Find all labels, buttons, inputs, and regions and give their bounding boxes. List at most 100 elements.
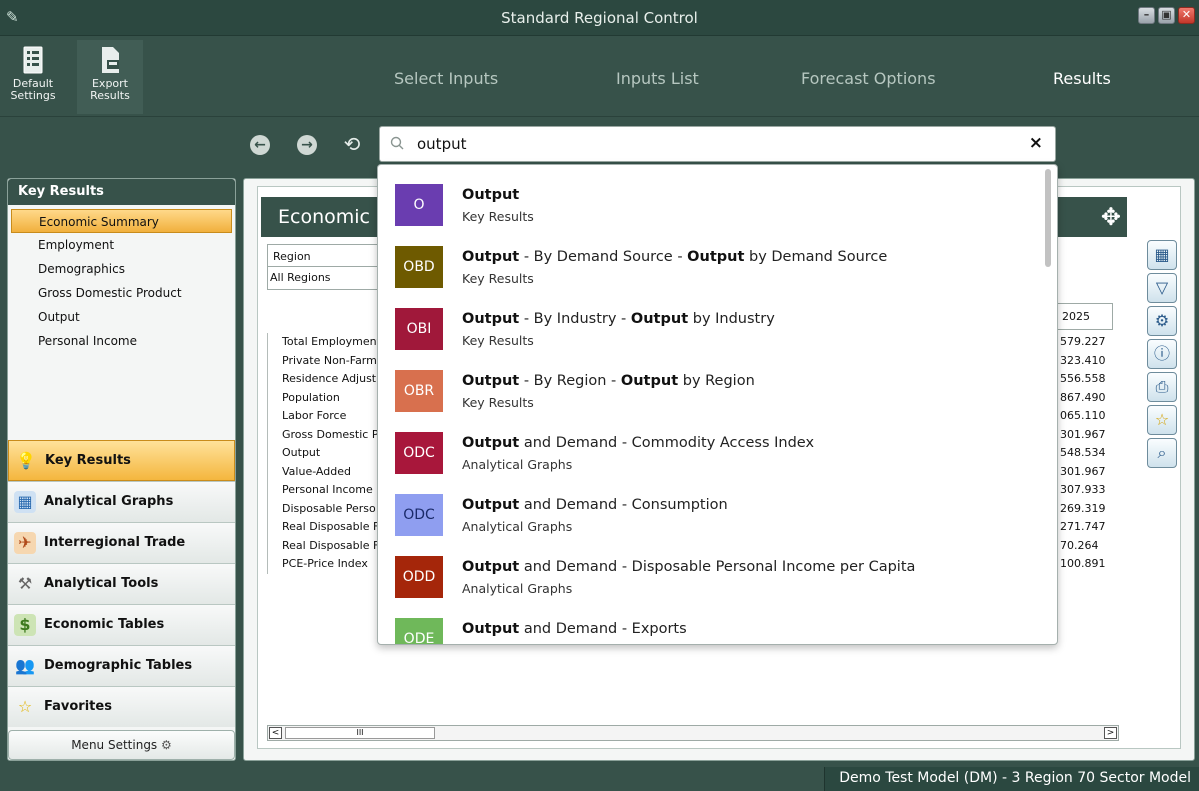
restore-button[interactable]: ▣ xyxy=(1158,7,1175,24)
result-badge: ODE xyxy=(395,618,443,644)
table-cell: 301.967 xyxy=(1060,427,1106,441)
forward-icon[interactable]: → xyxy=(297,135,317,155)
horizontal-scrollbar[interactable]: < III > xyxy=(267,725,1119,741)
tab-forecast-options[interactable]: Forecast Options xyxy=(801,69,936,88)
list-item-personal-income[interactable]: Personal Income xyxy=(8,329,235,353)
filter-icon[interactable]: ▽ xyxy=(1147,273,1177,303)
close-button[interactable]: ✕ xyxy=(1178,7,1195,24)
result-title: Output and Demand - Exports xyxy=(462,621,687,637)
category-favorites[interactable]: ☆ Favorites xyxy=(8,686,235,727)
table-row: Output xyxy=(267,444,387,463)
table-cell: 065.110 xyxy=(1060,409,1106,422)
result-badge: ODC xyxy=(395,494,443,536)
export-icon xyxy=(102,47,119,73)
info-icon[interactable]: ⓘ xyxy=(1147,339,1177,369)
result-badge: ODD xyxy=(395,556,443,598)
scroll-right-arrow[interactable]: > xyxy=(1104,727,1117,739)
category-analytical-graphs[interactable]: ▦ Analytical Graphs xyxy=(8,481,235,522)
search-result-by-region[interactable]: OBR Output - By Region - Output by Regio… xyxy=(378,356,1043,418)
export-results-button[interactable]: Export Results xyxy=(77,40,143,114)
favorite-star-icon[interactable]: ☆ xyxy=(1147,405,1177,435)
search-result-output[interactable]: O Output Key Results xyxy=(378,170,1043,232)
back-icon[interactable]: ← xyxy=(250,135,270,155)
scroll-thumb[interactable]: III xyxy=(285,727,435,739)
list-item-gdp[interactable]: Gross Domestic Product xyxy=(8,281,235,305)
status-bar: Demo Test Model (DM) - 3 Region 70 Secto… xyxy=(0,767,1199,791)
search-box[interactable]: × xyxy=(379,126,1056,162)
result-title-text: and Demand - Consumption xyxy=(519,497,728,513)
left-panel-header: Key Results xyxy=(8,179,235,205)
result-title: Output - By Region - Output by Region xyxy=(462,373,755,389)
minimize-button[interactable]: – xyxy=(1138,7,1155,24)
category-demographic-tables[interactable]: 👥 Demographic Tables xyxy=(8,645,235,686)
column-values: 579.227 323.410 556.558 867.490 065.110 … xyxy=(1057,333,1113,574)
search-result-consumption[interactable]: ODC Output and Demand - Consumption Anal… xyxy=(378,480,1043,542)
search-result-commodity-access-index[interactable]: ODC Output and Demand - Commodity Access… xyxy=(378,418,1043,480)
table-cell: 579.227 xyxy=(1060,335,1106,348)
result-title-match: Output xyxy=(462,249,520,265)
result-category: Key Results xyxy=(462,395,534,410)
result-title: Output and Demand - Commodity Access Ind… xyxy=(462,435,814,451)
result-badge: ODC xyxy=(395,432,443,474)
table-cell: 269.319 xyxy=(1060,501,1106,515)
column-header-2025[interactable]: 2025 xyxy=(1057,303,1113,330)
table-row: Value-Added xyxy=(267,462,387,481)
result-badge: OBI xyxy=(395,308,443,350)
table-row: Disposable Perso xyxy=(267,499,387,518)
category-interregional-trade[interactable]: ✈ Interregional Trade xyxy=(8,522,235,563)
table-row: Gross Domestic P xyxy=(267,425,387,444)
category-label: Analytical Tools xyxy=(44,576,159,591)
tab-results[interactable]: Results xyxy=(1053,69,1111,88)
result-title: Output xyxy=(462,187,519,203)
default-settings-icon xyxy=(23,46,43,74)
table-row: Residence Adjust xyxy=(267,370,387,389)
list-item-economic-summary[interactable]: Economic Summary xyxy=(11,209,232,233)
lightbulb-icon: 💡 xyxy=(16,451,36,470)
result-title-match: Output xyxy=(462,187,520,203)
people-icon: 👥 xyxy=(15,656,35,675)
gear-icon: ⚙ xyxy=(161,738,172,752)
result-title-text: and Demand - Exports xyxy=(519,621,687,637)
settings-icon[interactable]: ⚙ xyxy=(1147,306,1177,336)
search-input[interactable] xyxy=(417,133,1017,155)
search-result-disposable-income[interactable]: ODD Output and Demand - Disposable Perso… xyxy=(378,542,1043,604)
tab-inputs-list[interactable]: Inputs List xyxy=(616,69,699,88)
category-economic-tables[interactable]: $ Economic Tables xyxy=(8,604,235,645)
list-item-demographics[interactable]: Demographics xyxy=(8,257,235,281)
report-title: Economic xyxy=(278,206,370,228)
move-icon[interactable]: ✥ xyxy=(1101,203,1121,231)
category-label: Analytical Graphs xyxy=(44,494,174,509)
search-result-exports[interactable]: ODE Output and Demand - Exports xyxy=(378,604,1043,644)
category-label: Interregional Trade xyxy=(44,535,186,550)
print-icon[interactable]: ⎙ xyxy=(1147,372,1177,402)
list-item-output[interactable]: Output xyxy=(8,305,235,329)
table-chart-icon[interactable]: ▦ xyxy=(1147,240,1177,270)
model-status: Demo Test Model (DM) - 3 Region 70 Secto… xyxy=(824,767,1199,791)
search-result-by-demand-source[interactable]: OBD Output - By Demand Source - Output b… xyxy=(378,232,1043,294)
category-label: Favorites xyxy=(44,699,112,714)
report-tools: ▦ ▽ ⚙ ⓘ ⎙ ☆ ⌕ xyxy=(1147,240,1183,471)
result-title-text: by Industry xyxy=(688,311,775,327)
search-result-by-industry[interactable]: OBI Output - By Industry - Output by Ind… xyxy=(378,294,1043,356)
table-row: PCE-Price Index xyxy=(267,555,387,574)
search-icon xyxy=(390,136,404,150)
scroll-left-arrow[interactable]: < xyxy=(269,727,282,739)
category-key-results[interactable]: 💡 Key Results xyxy=(8,440,235,481)
menu-settings-button[interactable]: Menu Settings ⚙ xyxy=(8,730,235,760)
category-analytical-tools[interactable]: ⚒ Analytical Tools xyxy=(8,563,235,604)
table-row: Population xyxy=(267,388,387,407)
result-title-match: Output xyxy=(462,373,520,389)
list-item-employment[interactable]: Employment xyxy=(8,233,235,257)
clear-search-icon[interactable]: × xyxy=(1029,133,1043,153)
default-settings-button[interactable]: Default Settings xyxy=(0,40,66,114)
result-title: Output and Demand - Consumption xyxy=(462,497,728,513)
analyze-icon[interactable]: ⌕ xyxy=(1147,438,1177,468)
trade-map-icon: ✈ xyxy=(14,532,36,554)
dropdown-scrollbar[interactable] xyxy=(1045,169,1051,267)
result-title-match: Output xyxy=(630,311,689,327)
table-cell: 556.558 xyxy=(1060,372,1106,385)
history-icon[interactable]: ⟲ xyxy=(340,132,364,156)
region-filter[interactable]: Region All Regions xyxy=(267,244,378,290)
tab-select-inputs[interactable]: Select Inputs xyxy=(394,69,498,88)
result-title-text: - By Region - xyxy=(519,373,621,389)
